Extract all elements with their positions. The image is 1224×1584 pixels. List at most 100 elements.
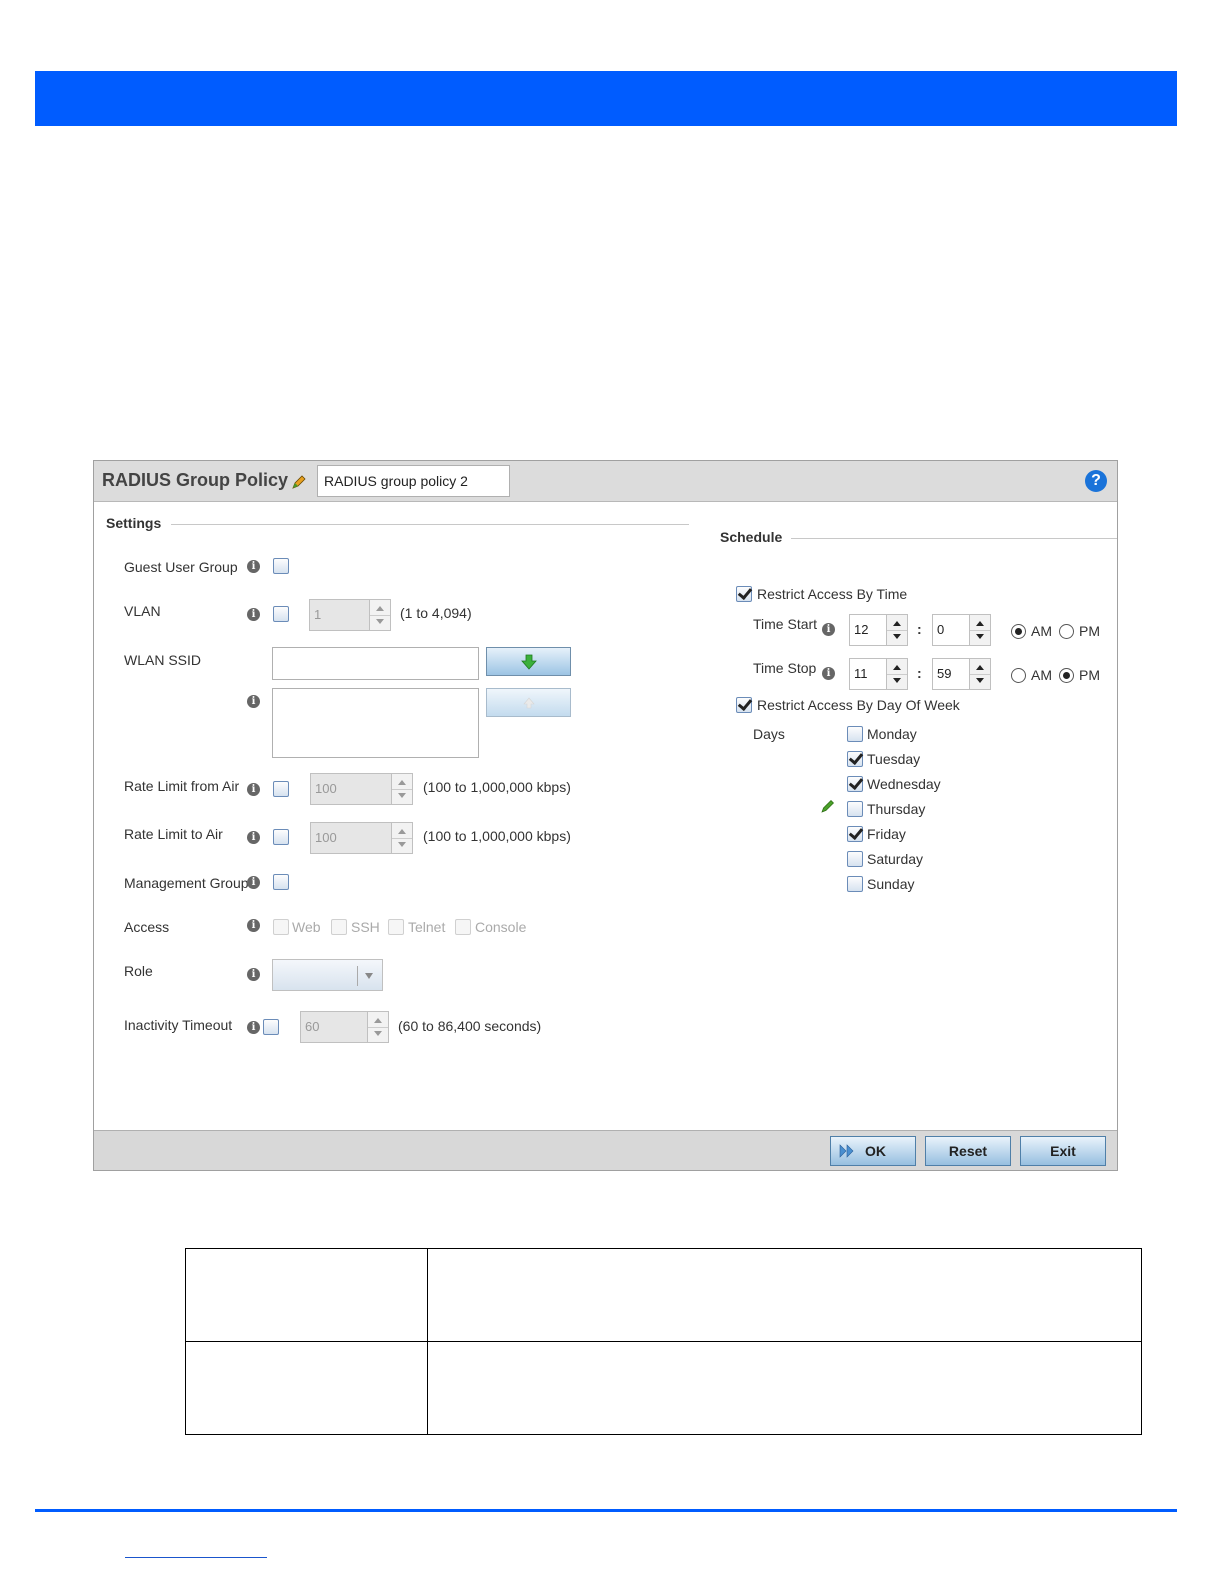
- rate-limit-to-air-label: Rate Limit to Air: [124, 826, 223, 842]
- page-header-bar: [35, 71, 1177, 126]
- restrict-by-time-label: Restrict Access By Time: [757, 586, 908, 602]
- day-label-tuesday: Tuesday: [867, 751, 921, 767]
- time-start-minute-input[interactable]: 0: [932, 614, 970, 646]
- time-start-hour-input[interactable]: 12: [849, 614, 887, 646]
- day-checkbox-wednesday[interactable]: [847, 776, 863, 792]
- access-web-checkbox[interactable]: [273, 919, 289, 935]
- rate-limit-from-air-checkbox[interactable]: [273, 781, 289, 797]
- access-label: Access: [124, 919, 170, 935]
- day-checkbox-friday[interactable]: [847, 826, 863, 842]
- info-icon[interactable]: i: [247, 783, 260, 796]
- time-start-am-radio[interactable]: [1011, 624, 1026, 639]
- settings-divider: [171, 524, 689, 525]
- rate-limit-to-air-stepper[interactable]: [391, 822, 413, 854]
- access-ssh-label: SSH: [351, 919, 380, 935]
- time-stop-hour-input[interactable]: 11: [849, 658, 887, 690]
- info-icon[interactable]: i: [247, 1021, 260, 1034]
- rate-limit-to-air-checkbox[interactable]: [273, 829, 289, 845]
- time-stop-pm-radio[interactable]: [1059, 668, 1074, 683]
- time-stop-pm-label: PM: [1079, 667, 1100, 683]
- dialog-header: RADIUS Group Policy RADIUS group policy …: [94, 461, 1117, 502]
- access-console-label: Console: [475, 919, 527, 935]
- access-ssh-checkbox[interactable]: [331, 919, 347, 935]
- day-checkbox-saturday[interactable]: [847, 851, 863, 867]
- time-start-am-label: AM: [1031, 623, 1052, 639]
- info-icon[interactable]: i: [247, 608, 260, 621]
- day-label-monday: Monday: [867, 726, 917, 742]
- rate-limit-from-air-hint: (100 to 1,000,000 kbps): [423, 779, 571, 795]
- day-checkbox-thursday[interactable]: [847, 801, 863, 817]
- policy-name-field[interactable]: RADIUS group policy 2: [317, 465, 510, 497]
- rate-limit-from-air-input[interactable]: 100: [310, 773, 392, 805]
- table-column-divider: [427, 1249, 428, 1434]
- info-icon[interactable]: i: [247, 919, 260, 932]
- vlan-stepper[interactable]: [369, 599, 391, 631]
- restrict-by-time-checkbox[interactable]: [736, 586, 752, 602]
- vlan-label: VLAN: [124, 603, 161, 619]
- role-dropdown[interactable]: [272, 959, 383, 991]
- day-label-wednesday: Wednesday: [867, 776, 941, 792]
- wlan-ssid-list[interactable]: [272, 688, 479, 758]
- dialog-footer: OK Reset Exit: [94, 1130, 1117, 1170]
- info-icon[interactable]: i: [247, 968, 260, 981]
- access-telnet-label: Telnet: [408, 919, 446, 935]
- vlan-input[interactable]: 1: [309, 599, 371, 631]
- info-icon[interactable]: i: [247, 876, 260, 889]
- rate-limit-from-air-stepper[interactable]: [391, 773, 413, 805]
- wlan-ssid-input[interactable]: [272, 647, 479, 680]
- inactivity-timeout-stepper[interactable]: [367, 1011, 389, 1043]
- up-arrow-icon: [523, 697, 535, 709]
- inactivity-timeout-label: Inactivity Timeout: [124, 1017, 233, 1033]
- info-icon[interactable]: i: [247, 831, 260, 844]
- info-icon[interactable]: i: [247, 560, 260, 573]
- time-start-minute-stepper[interactable]: [969, 614, 991, 646]
- time-stop-minute-input[interactable]: 59: [932, 658, 970, 690]
- inactivity-timeout-hint: (60 to 86,400 seconds): [398, 1018, 542, 1034]
- guest-user-group-label: Guest User Group: [124, 559, 238, 575]
- access-console-checkbox[interactable]: [455, 919, 471, 935]
- page-link-underline[interactable]: [125, 1557, 267, 1558]
- day-label-friday: Friday: [867, 826, 906, 842]
- management-group-label: Management Group: [124, 875, 249, 891]
- time-start-colon: :: [917, 621, 922, 637]
- guest-user-group-checkbox[interactable]: [273, 558, 289, 574]
- reset-button[interactable]: Reset: [925, 1136, 1011, 1166]
- add-ssid-button[interactable]: [486, 647, 571, 676]
- ok-button-label: OK: [865, 1143, 886, 1159]
- rate-limit-to-air-input[interactable]: 100: [310, 822, 392, 854]
- remove-ssid-button[interactable]: [486, 688, 571, 717]
- help-icon[interactable]: ?: [1085, 470, 1107, 492]
- management-group-checkbox[interactable]: [273, 874, 289, 890]
- restrict-by-day-checkbox[interactable]: [736, 697, 752, 713]
- time-stop-minute-stepper[interactable]: [969, 658, 991, 690]
- table-row-divider: [186, 1341, 1141, 1342]
- time-start-pm-radio[interactable]: [1059, 624, 1074, 639]
- info-icon[interactable]: i: [822, 623, 835, 636]
- exit-button[interactable]: Exit: [1020, 1136, 1106, 1166]
- info-icon[interactable]: i: [822, 667, 835, 680]
- ok-button[interactable]: OK: [830, 1136, 916, 1166]
- day-checkbox-sunday[interactable]: [847, 876, 863, 892]
- vlan-checkbox[interactable]: [273, 606, 289, 622]
- rate-limit-to-air-hint: (100 to 1,000,000 kbps): [423, 828, 571, 844]
- inactivity-timeout-input[interactable]: 60: [300, 1011, 368, 1043]
- schedule-divider: [791, 538, 1117, 539]
- time-start-pm-label: PM: [1079, 623, 1100, 639]
- day-label-thursday: Thursday: [867, 801, 926, 817]
- time-stop-hour-stepper[interactable]: [886, 658, 908, 690]
- pencil-icon: [821, 800, 834, 813]
- time-stop-am-radio[interactable]: [1011, 668, 1026, 683]
- restrict-by-day-label: Restrict Access By Day Of Week: [757, 697, 960, 713]
- footer-rule: [35, 1509, 1177, 1512]
- green-down-arrow-icon: [521, 654, 537, 670]
- days-label: Days: [753, 726, 785, 742]
- access-telnet-checkbox[interactable]: [388, 919, 404, 935]
- description-table: [185, 1248, 1142, 1435]
- day-label-saturday: Saturday: [867, 851, 924, 867]
- inactivity-timeout-checkbox[interactable]: [263, 1019, 279, 1035]
- info-icon[interactable]: i: [247, 695, 260, 708]
- day-checkbox-tuesday[interactable]: [847, 751, 863, 767]
- time-start-hour-stepper[interactable]: [886, 614, 908, 646]
- settings-section-label: Settings: [106, 515, 162, 531]
- day-checkbox-monday[interactable]: [847, 726, 863, 742]
